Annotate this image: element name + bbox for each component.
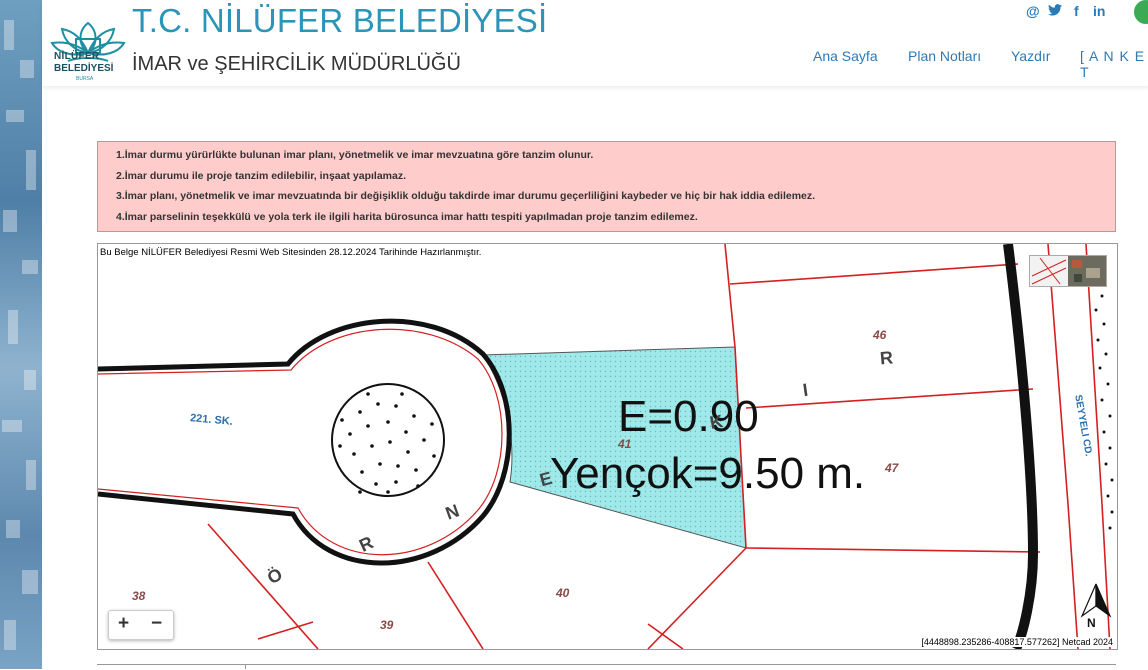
site-header: NİLÜFER BELEDİYESİ BURSA T.C. NİLÜFER BE… [42,0,1148,86]
far-value: E=0.90 [618,392,759,441]
parcel-label-38: 38 [132,589,146,603]
logo-text-nilufer: NİLÜFER [54,51,100,62]
placename-letter: R [879,347,894,369]
logo-text-belediyesi: BELEDİYESİ [54,63,114,74]
satellite-thumbnail-icon [1030,256,1106,286]
map-coordinates: [4448898.235286-408817.577262] Netcad 20… [919,637,1115,647]
linkedin-icon[interactable]: in [1093,3,1105,19]
facebook-icon[interactable]: f [1074,3,1079,19]
parcel-41-area[interactable] [482,346,747,549]
notice-item: 4.İmar parselinin teşekkülü ve yola terk… [116,211,698,223]
zoom-control: + − [108,610,174,640]
nav-plan-notes-link[interactable]: Plan Notları [908,48,981,64]
bottom-panel-edge [97,664,1116,670]
parcel-label-46: 46 [873,328,887,342]
parcel-label-47: 47 [885,461,899,475]
whatsapp-icon[interactable] [1134,0,1148,24]
zoning-map[interactable]: Bu Belge NİLÜFER Belediyesi Resmi Web Si… [97,243,1118,650]
roundabout-island [331,383,445,497]
parcel-label-41: 41 [618,437,632,451]
zoom-in-button[interactable]: + [118,613,129,635]
height-value: Yençok=9.50 m. [550,449,866,498]
notice-item: 2.İmar durumu ile proje tanzim edilebili… [116,170,407,182]
parcel-label-40: 40 [556,586,570,600]
main-road-line [1003,244,1039,649]
background-side-strip [0,0,42,669]
page-subtitle: İMAR ve ŞEHİRCİLİK MÜDÜRLÜĞÜ [132,53,461,75]
nav-home-link[interactable]: Ana Sayfa [813,48,878,64]
email-icon[interactable]: @ [1026,3,1040,19]
map-canvas[interactable] [98,244,1117,649]
nav-print-link[interactable]: Yazdır [1011,48,1050,64]
nav-survey-link[interactable]: [ A N K E T [1080,48,1148,80]
north-label: N [1087,616,1096,630]
parcel-label-39: 39 [380,618,394,632]
bottom-panel-tab[interactable] [97,664,246,669]
north-arrow-icon [1080,583,1112,618]
notice-item: 3.İmar planı, yönetmelik ve imar mevzuat… [116,190,816,202]
notice-item: 1.İmar durmu yürürlükte bulunan imar pla… [116,149,594,161]
page-title: T.C. NİLÜFER BELEDİYESİ [132,2,548,39]
map-caption: Bu Belge NİLÜFER Belediyesi Resmi Web Si… [100,247,482,258]
city-texture [2,20,38,650]
layer-thumbnail-button[interactable] [1029,255,1107,287]
notice-box: 1.İmar durmu yürürlükte bulunan imar pla… [97,141,1116,232]
zoom-out-button[interactable]: − [151,613,162,635]
twitter-icon[interactable] [1048,4,1062,16]
logo-text-bursa: BURSA [76,76,94,82]
